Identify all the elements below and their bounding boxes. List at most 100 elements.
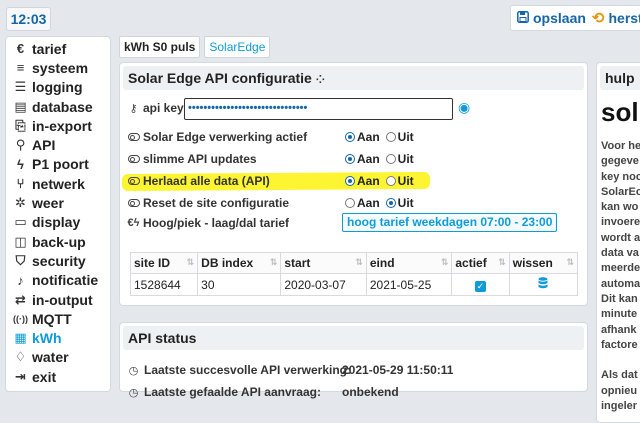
column-header[interactable]: eind ⇅	[365, 252, 453, 274]
sidebar: € tarief ≡ systeem ☰ logging ▤ database ⎘ in-…	[5, 36, 111, 392]
database-icon: ▤	[14, 98, 27, 114]
tab-solaredge[interactable]: SolarEdge	[204, 36, 271, 58]
checkbox-checked-icon[interactable]: ✓	[475, 280, 487, 292]
sidebar-item-label: water	[32, 349, 69, 366]
sidebar-item-netwerk[interactable]: ⑂ netwerk	[6, 174, 110, 193]
toggle-icon	[126, 133, 141, 141]
sidebar-item-label: back-up	[32, 233, 86, 250]
last-fail-row: ◷ Laatste gefaalde API aanvraag:	[126, 382, 321, 402]
peak-tariff-row: €ϟ Hoog/piek - laag/dal tarief	[126, 213, 290, 233]
sites-table: site ID ⇅ DB index ⇅ start ⇅ eind ⇅ actief ⇅ …	[129, 252, 579, 296]
radio-label: Aan	[357, 130, 380, 144]
sidebar-item-in-export[interactable]: ⎘ in-export	[6, 116, 110, 135]
header-label: wissen	[512, 256, 553, 270]
sidebar-item-in-output[interactable]: ⇄ in-output	[6, 290, 110, 309]
column-header[interactable]: wissen ⇅	[508, 252, 579, 274]
peak-tariff-label: Hoog/piek - laag/dal tarief	[143, 216, 290, 230]
radio-button[interactable]	[385, 154, 396, 164]
radio-group: Aan Uit	[345, 127, 417, 147]
radio-aan[interactable]: Aan	[345, 174, 380, 188]
sidebar-item-label: MQTT	[32, 310, 72, 327]
last-fail-value: onbekend	[342, 385, 399, 399]
eye-icon[interactable]: ◉	[458, 99, 470, 116]
sidebar-item-label: in-export	[32, 117, 92, 134]
sidebar-item-back-up[interactable]: ◫ back-up	[6, 232, 110, 251]
setting-label: Herlaad alle data (API)	[143, 174, 270, 188]
clock-display: 12:03	[6, 7, 51, 31]
sidebar-item-water[interactable]: ♢ water	[6, 348, 110, 367]
radio-label: Uit	[397, 196, 414, 210]
radio-button[interactable]	[345, 132, 355, 142]
sidebar-item-label: database	[32, 98, 93, 115]
api-key-input[interactable]: •••••••••••••••••••••••••••••••	[184, 98, 453, 120]
column-header[interactable]: site ID ⇅	[129, 252, 199, 274]
last-fail-label: Laatste gefaalde API aanvraag:	[144, 385, 321, 399]
spinner-icon: ⁘	[315, 74, 325, 86]
sidebar-item-label: security	[32, 252, 86, 269]
database-delete-icon[interactable]	[538, 277, 548, 292]
setting-row: Reset de site configuratie	[126, 193, 289, 213]
radio-group: Aan Uit	[345, 171, 417, 191]
column-header[interactable]: DB index ⇅	[197, 252, 282, 274]
cell-eind: 2021-05-25	[365, 273, 453, 296]
radio-aan[interactable]: Aan	[345, 196, 380, 210]
radio-group: Aan Uit	[345, 193, 417, 213]
undo-button[interactable]: ⟲ herst	[592, 9, 640, 27]
sidebar-item-security[interactable]: ⛉ security	[6, 251, 110, 270]
sidebar-item-label: display	[32, 214, 81, 231]
radio-button[interactable]	[345, 154, 355, 164]
shield-icon: ⛉	[15, 252, 26, 268]
sidebar-item-label: notificatie	[32, 272, 99, 289]
header-label: actief	[455, 256, 487, 270]
exit-icon: ⇥	[15, 368, 26, 384]
sidebar-item-p1-poort[interactable]: ϟ P1 poort	[6, 155, 110, 174]
sidebar-item-logging[interactable]: ☰ logging	[6, 78, 110, 97]
sidebar-item-exit[interactable]: ⇥ exit	[6, 367, 110, 386]
sidebar-item-database[interactable]: ▤ database	[6, 97, 110, 116]
sidebar-item-mqtt[interactable]: ((·)) MQTT	[6, 309, 110, 328]
solar-panel-icon: ▦	[14, 330, 27, 346]
radio-uit[interactable]: Uit	[385, 174, 414, 188]
tariff-select[interactable]: hoog tarief weekdagen 07:00 - 23:00	[342, 213, 558, 232]
sidebar-item-kwh[interactable]: ▦ kWh	[6, 328, 110, 347]
clock-icon: ◷	[128, 386, 139, 399]
radio-aan[interactable]: Aan	[345, 152, 380, 166]
toggle-icon	[126, 155, 141, 163]
sidebar-item-notificatie[interactable]: ♪ notificatie	[6, 271, 110, 290]
column-header[interactable]: actief ⇅	[451, 252, 510, 274]
column-header[interactable]: start ⇅	[280, 252, 367, 274]
radio-button[interactable]	[385, 132, 396, 142]
radio-uit[interactable]: Uit	[385, 196, 414, 210]
sidebar-item-api[interactable]: ⚲ API	[6, 135, 110, 154]
sidebar-item-label: in-output	[32, 291, 93, 308]
broadcast-icon: ((·))	[13, 313, 28, 324]
save-button[interactable]: opslaan	[517, 10, 586, 26]
radio-label: Aan	[357, 196, 380, 210]
clock-icon: ◷	[128, 364, 139, 377]
sidebar-item-label: weer	[32, 195, 64, 212]
setting-label: Solar Edge verwerking actief	[143, 130, 308, 144]
bolt-icon: ϟ	[17, 156, 24, 172]
sidebar-item-display[interactable]: ▭ display	[6, 213, 110, 232]
radio-label: Aan	[357, 174, 380, 188]
sidebar-item-tarief[interactable]: € tarief	[6, 39, 110, 58]
tab-bar: kWh S0 puls SolarEdge	[119, 36, 271, 58]
radio-aan[interactable]: Aan	[345, 130, 380, 144]
bell-icon: ♪	[17, 272, 24, 288]
radio-button[interactable]	[385, 176, 396, 186]
tab-kwh-s0-puls[interactable]: kWh S0 puls	[119, 36, 201, 58]
sidebar-item-label: kWh	[32, 330, 62, 347]
sidebar-item-systeem[interactable]: ≡ systeem	[6, 58, 110, 77]
api-config-panel: Solar Edge API configuratie ⁘ ⚷ api key …	[119, 62, 588, 306]
sidebar-item-label: tarief	[32, 40, 67, 57]
sidebar-item-label: systeem	[32, 59, 89, 76]
sort-icon: ⇅	[566, 257, 574, 267]
radio-button[interactable]	[385, 198, 396, 208]
radio-button[interactable]	[345, 198, 355, 208]
radio-uit[interactable]: Uit	[385, 152, 414, 166]
sidebar-item-weer[interactable]: ✲ weer	[6, 193, 110, 212]
radio-uit[interactable]: Uit	[385, 130, 414, 144]
radio-button[interactable]	[345, 176, 355, 186]
undo-icon: ⟲	[591, 10, 605, 27]
api-key-label: api key	[143, 101, 184, 115]
